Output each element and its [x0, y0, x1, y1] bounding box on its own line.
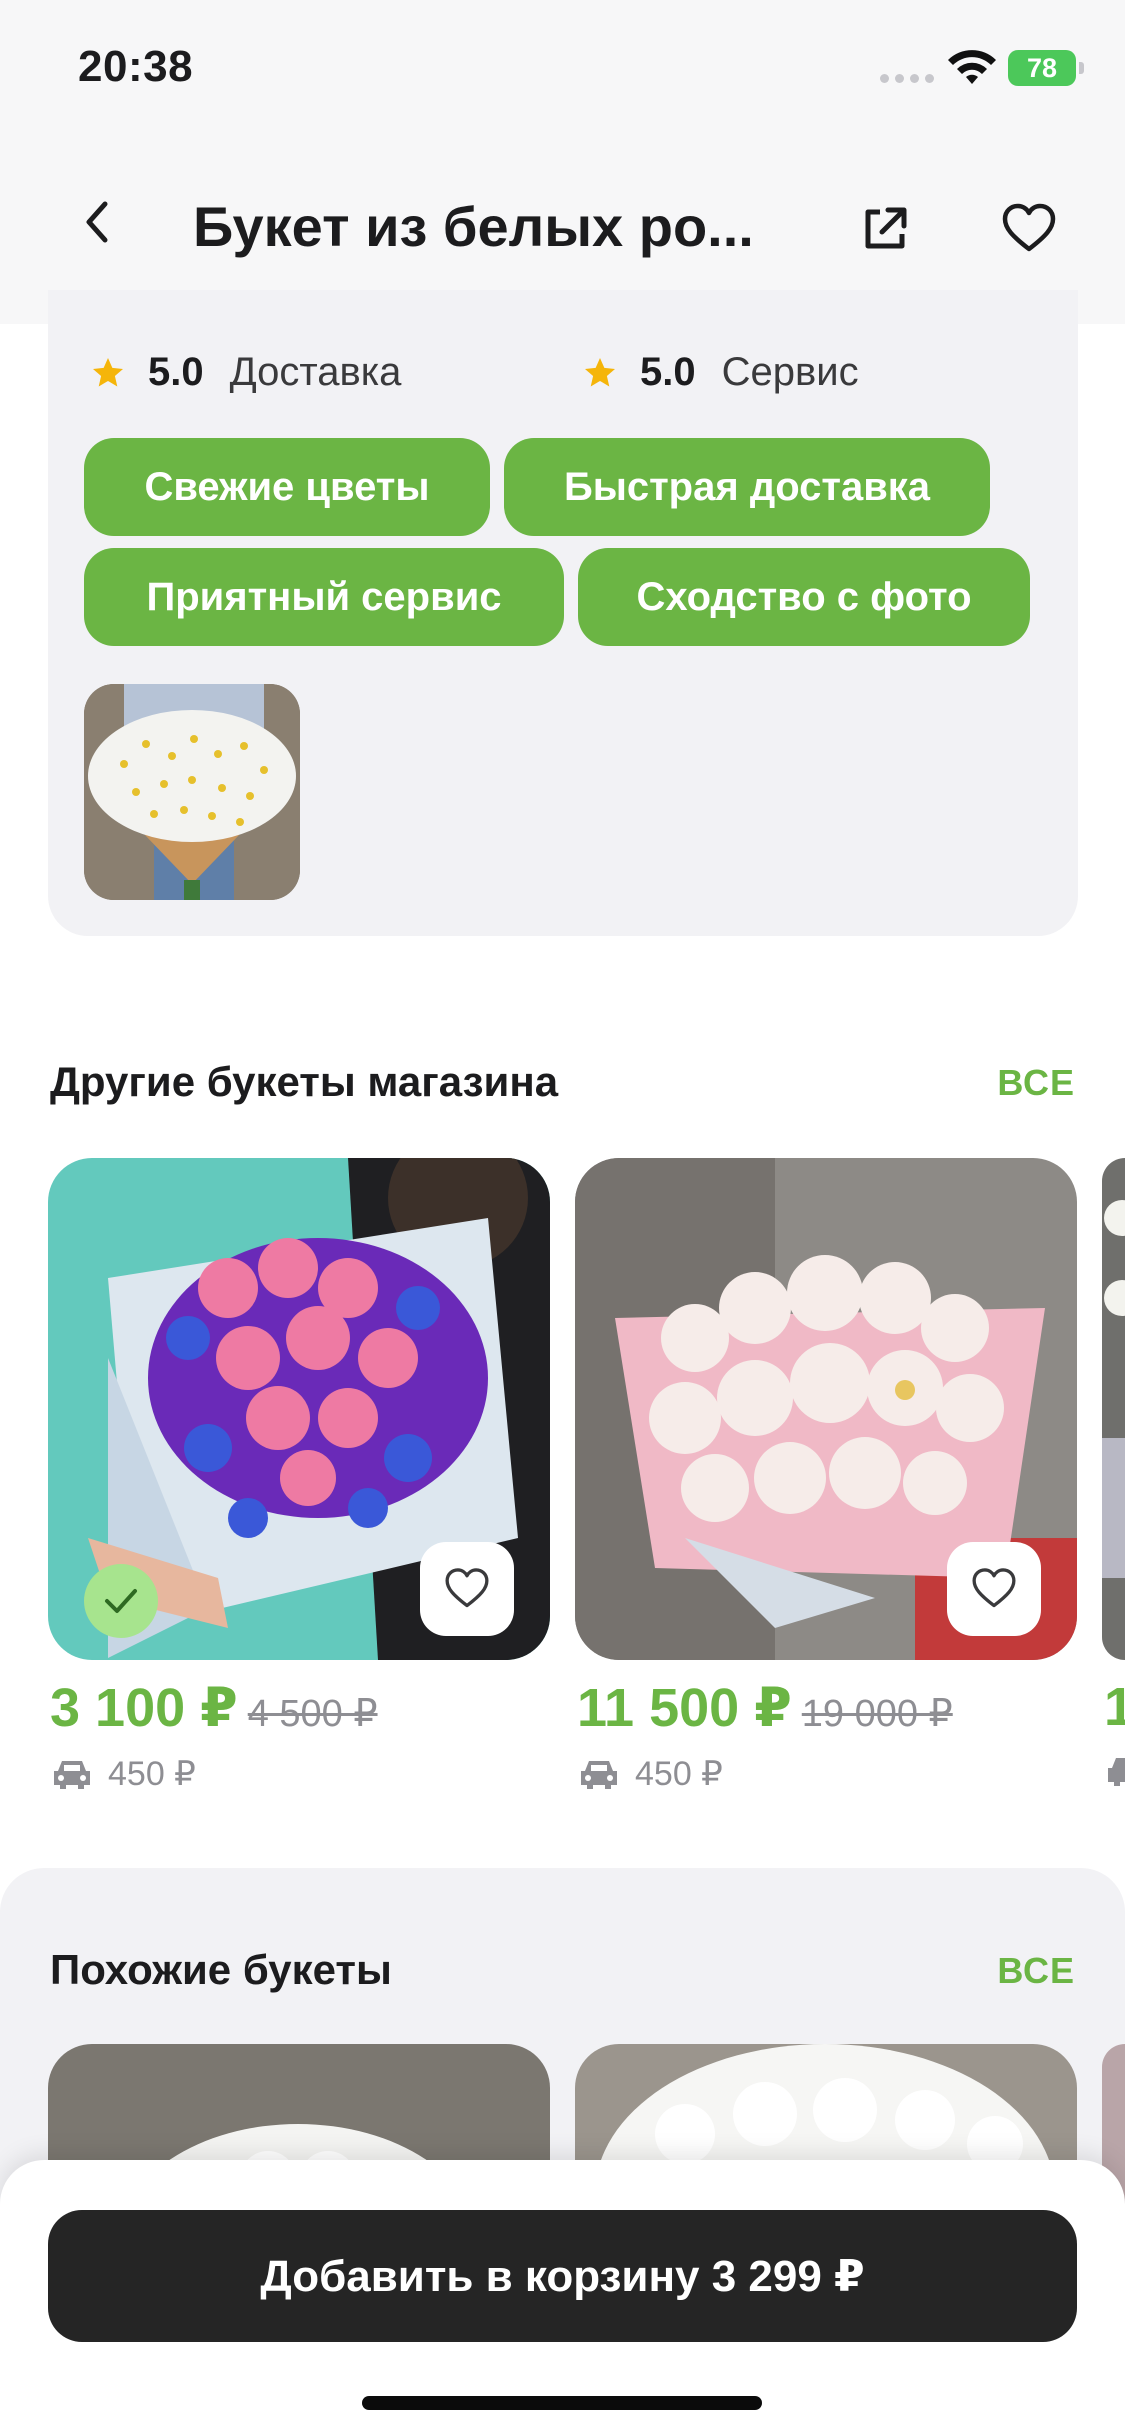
delivery-price-value: 450 ₽ — [635, 1755, 723, 1793]
favorite-button[interactable] — [420, 1542, 514, 1636]
page-title: Букет из белых ро... — [193, 195, 754, 258]
chevron-left-icon — [86, 201, 108, 243]
heart-icon — [1002, 203, 1056, 252]
car-icon — [1108, 1758, 1125, 1786]
review-tag-chip[interactable]: Свежие цветы — [84, 438, 490, 536]
add-to-cart-button[interactable]: Добавить в корзину 3 299 ₽ — [48, 2210, 1077, 2342]
favorite-button[interactable] — [947, 1542, 1041, 1636]
section-title-similar-bouquets: Похожие букеты — [50, 1946, 392, 1993]
in-stock-check-icon — [84, 1564, 158, 1638]
share-icon — [865, 207, 907, 249]
bouquet-photo — [1102, 1158, 1125, 1660]
product-price: 3 100 ₽4 500 ₽ — [50, 1676, 378, 1739]
home-indicator — [362, 2396, 762, 2410]
review-tag-chip[interactable]: Приятный сервис — [84, 548, 564, 646]
see-all-similar-bouquets[interactable]: ВСЕ — [997, 1950, 1075, 1992]
delivery-price: 450 ₽ — [577, 1754, 723, 1794]
share-button[interactable] — [858, 202, 912, 256]
current-price: 1 — [1104, 1677, 1125, 1737]
car-icon — [581, 1761, 617, 1789]
product-price: 1 — [1104, 1676, 1125, 1738]
cellular-signal-icon — [880, 74, 934, 83]
current-price: 3 100 ₽ — [50, 1678, 238, 1738]
rating-delivery: 5.0 Доставка — [90, 350, 401, 395]
heart-icon — [972, 1568, 1016, 1608]
review-tag-chip[interactable]: Быстрая доставка — [504, 438, 990, 536]
delivery-price — [1104, 1754, 1125, 1788]
see-all-other-bouquets[interactable]: ВСЕ — [997, 1062, 1075, 1104]
rating-service: 5.0 Сервис — [582, 350, 859, 395]
rating-label: Доставка — [229, 350, 402, 394]
delivery-price-value: 450 ₽ — [108, 1755, 196, 1793]
star-icon — [585, 357, 615, 386]
heart-icon — [445, 1568, 489, 1608]
battery-icon: 78 — [1008, 50, 1084, 86]
back-button[interactable] — [70, 194, 126, 250]
rating-score: 5.0 — [640, 350, 696, 394]
rating-label: Сервис — [721, 350, 859, 394]
product-image[interactable] — [1102, 1158, 1125, 1660]
review-tag-chip[interactable]: Сходство с фото — [578, 548, 1030, 646]
status-time: 20:38 — [78, 42, 194, 91]
section-title-other-bouquets: Другие букеты магазина — [50, 1058, 559, 1105]
review-photo-thumbnail[interactable] — [84, 684, 300, 900]
current-price: 11 500 ₽ — [577, 1678, 792, 1738]
star-icon — [93, 357, 123, 386]
delivery-price: 450 ₽ — [50, 1754, 196, 1794]
product-price: 11 500 ₽19 000 ₽ — [577, 1676, 953, 1739]
favorite-button[interactable] — [1000, 200, 1058, 258]
car-icon — [54, 1761, 90, 1789]
old-price: 4 500 ₽ — [247, 1693, 378, 1735]
battery-level: 78 — [1026, 52, 1058, 83]
reviews-card: 5.0 Доставка 5.0 Сервис Свежие цветы Быс… — [48, 290, 1078, 936]
bottom-action-bar: Добавить в корзину 3 299 ₽ — [0, 2160, 1125, 2436]
old-price: 19 000 ₽ — [801, 1693, 953, 1735]
status-bar: 20:38 78 — [0, 0, 1125, 132]
wifi-icon — [948, 50, 996, 84]
bouquet-photo — [84, 684, 300, 900]
rating-score: 5.0 — [148, 350, 204, 394]
